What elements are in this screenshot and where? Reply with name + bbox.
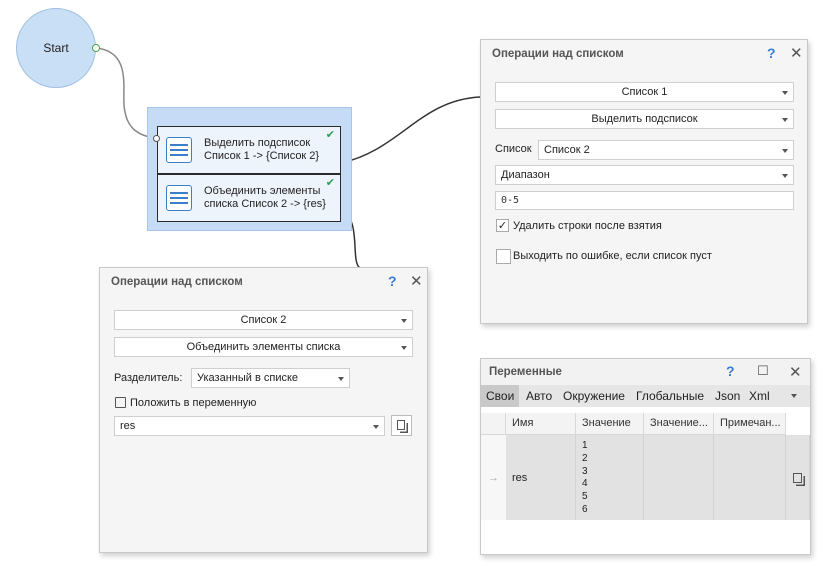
- panel-title: Переменные: [489, 366, 562, 378]
- list-source-select[interactable]: Список 1: [495, 82, 794, 102]
- list-icon: [166, 137, 192, 163]
- range-mode-select[interactable]: Диапазон: [495, 165, 794, 185]
- remove-rows-checkbox[interactable]: ✓: [496, 219, 509, 232]
- copy-button[interactable]: [391, 415, 412, 436]
- row-name-cell[interactable]: res: [506, 435, 576, 520]
- help-icon[interactable]: ?: [767, 45, 776, 61]
- variables-panel: Переменные ? ☐ ✕ Свои Авто Окружение Гло…: [480, 358, 811, 555]
- help-icon[interactable]: ?: [388, 273, 397, 289]
- select-value: Список 2: [544, 144, 590, 156]
- value-line: 1: [582, 440, 588, 451]
- panel-title: Операции над списком: [492, 48, 624, 60]
- success-check-icon: ✔: [325, 177, 335, 189]
- tab-auto[interactable]: Авто: [526, 389, 552, 403]
- action-subtitle: списка Список 2 -> {res}: [204, 198, 326, 210]
- row-copy-cell[interactable]: [786, 435, 810, 520]
- column-value[interactable]: Значение: [576, 413, 644, 435]
- action-block-sublist[interactable]: Выделить подсписок Список 1 -> {Список 2…: [157, 126, 341, 174]
- chevron-down-icon: [782, 118, 788, 122]
- exit-on-empty-label: Выходить по ошибке, если список пуст: [513, 250, 712, 262]
- tab-xml[interactable]: Xml: [749, 389, 770, 403]
- action-block-join[interactable]: Объединить элементы списка Список 2 -> {…: [157, 174, 341, 222]
- tab-global[interactable]: Глобальные: [636, 389, 704, 403]
- separator-select[interactable]: Указанный в списке: [191, 368, 350, 388]
- value-line: 5: [582, 491, 588, 503]
- start-node[interactable]: Start: [16, 8, 96, 88]
- start-output-port[interactable]: [92, 44, 100, 52]
- action-subtitle: Список 1 -> {Список 2}: [204, 150, 320, 162]
- save-to-variable-label: Положить в переменную: [130, 397, 257, 409]
- list-icon: [166, 185, 192, 211]
- close-icon[interactable]: ✕: [410, 272, 423, 290]
- tabs-menu-icon[interactable]: [791, 394, 797, 398]
- chevron-down-icon: [782, 91, 788, 95]
- success-check-icon: ✔: [325, 129, 335, 141]
- operation-select[interactable]: Выделить подсписок: [495, 109, 794, 129]
- remove-rows-label: Удалить строки после взятия: [513, 220, 662, 232]
- chevron-down-icon: [401, 319, 407, 323]
- help-icon[interactable]: ?: [726, 363, 735, 379]
- operation-select[interactable]: Объединить элементы списка: [114, 337, 413, 357]
- variables-grid: Имя Значение Значение... Примечан... → r…: [481, 413, 810, 556]
- row-value-cell[interactable]: 1 2 3 4 5 6: [576, 435, 644, 520]
- value-line: 4: [582, 478, 588, 490]
- chevron-down-icon: [373, 425, 379, 429]
- close-icon[interactable]: ✕: [789, 363, 802, 381]
- row-default-cell[interactable]: [644, 435, 714, 520]
- chevron-down-icon: [401, 346, 407, 350]
- target-list-select[interactable]: Список 2: [538, 140, 794, 160]
- list-label: Список: [495, 143, 532, 155]
- action-title: Выделить подсписок: [204, 137, 311, 149]
- select-value: Список 1: [621, 86, 668, 98]
- exit-on-empty-checkbox[interactable]: [496, 249, 511, 264]
- separator-label: Разделитель:: [114, 372, 183, 384]
- copy-icon: [793, 472, 802, 483]
- list-select[interactable]: Список 2: [114, 310, 413, 330]
- row-selector-arrow[interactable]: →: [481, 435, 506, 520]
- tab-own[interactable]: Свои: [481, 385, 520, 407]
- value-line: 2: [582, 452, 588, 464]
- chevron-down-icon: [782, 149, 788, 153]
- list-operations-panel-sublist: Операции над списком ? ✕ Список 1 Выдели…: [480, 39, 808, 324]
- result-variable-select[interactable]: res: [114, 416, 385, 436]
- row-note-cell[interactable]: [714, 435, 786, 520]
- action-title: Объединить элементы: [204, 185, 321, 197]
- list-operations-panel-join: Операции над списком ? ✕ Список 2 Объеди…: [99, 267, 428, 553]
- select-value: res: [120, 420, 136, 432]
- grid-corner: [481, 413, 506, 435]
- column-name[interactable]: Имя: [506, 413, 576, 435]
- chevron-down-icon: [338, 377, 344, 381]
- chevron-down-icon: [782, 174, 788, 178]
- value-line: 3: [582, 465, 588, 477]
- select-value: Список 2: [240, 314, 287, 326]
- variables-tabs: Свои Авто Окружение Глобальные Json Xml: [481, 385, 810, 407]
- column-note[interactable]: Примечан...: [714, 413, 786, 435]
- save-icon: [115, 397, 126, 408]
- copy-icon: [396, 419, 405, 430]
- panel-title: Операции над списком: [111, 276, 243, 288]
- range-input[interactable]: 0-5: [495, 191, 794, 210]
- close-icon[interactable]: ✕: [790, 44, 803, 62]
- maximize-icon[interactable]: ☐: [757, 363, 769, 379]
- value-line: 6: [582, 503, 588, 515]
- tab-environment[interactable]: Окружение: [563, 389, 625, 403]
- select-value: Указанный в списке: [197, 372, 299, 384]
- tab-json[interactable]: Json: [715, 389, 740, 403]
- column-default-value[interactable]: Значение...: [644, 413, 714, 435]
- select-value: Диапазон: [501, 169, 550, 181]
- start-label: Start: [43, 41, 69, 55]
- select-value: Выделить подсписок: [591, 113, 698, 125]
- action-input-port[interactable]: [153, 135, 160, 142]
- connector-action-to-right-panel: [340, 96, 481, 164]
- select-value: Объединить элементы списка: [186, 341, 341, 353]
